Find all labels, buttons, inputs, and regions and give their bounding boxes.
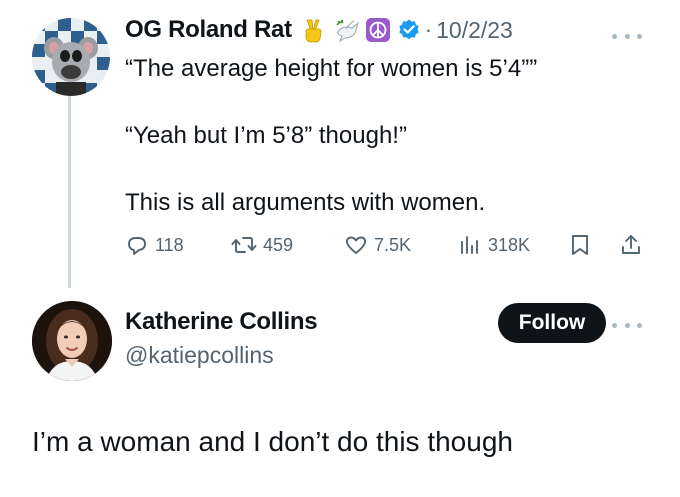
display-name[interactable]: OG Roland Rat [125,16,292,44]
thread-line [68,96,71,288]
views-button[interactable]: 318K [458,229,530,261]
like-button[interactable]: 7.5K [344,229,411,261]
share-button[interactable] [619,229,643,261]
views-count: 318K [488,234,531,255]
like-count: 7.5K [374,234,412,255]
repost-icon [231,237,257,253]
avatar[interactable] [32,301,112,381]
reply-icon [128,237,146,255]
bookmark-button[interactable] [569,229,591,261]
separator: · [424,17,433,42]
avatar-image [32,301,112,381]
bookmark-icon [572,235,588,255]
tweet-text-line: “The average height for women is 5’4”” [125,55,538,82]
verified-badge-icon[interactable] [397,18,421,42]
reply-count: 118 [155,234,184,255]
avatar-image [32,18,110,96]
follow-button[interactable]: Follow [498,303,606,343]
repost-button[interactable]: 459 [231,229,293,261]
tweet-header: OG Roland Rat · 10/2/23 [125,13,513,47]
share-icon [622,235,640,254]
more-options-icon[interactable] [612,28,642,44]
repost-count: 459 [263,234,294,255]
display-name[interactable]: Katherine Collins [125,308,318,336]
reply-button[interactable]: 118 [125,229,184,261]
user-handle[interactable]: @katiepcollins [125,342,274,369]
dove-icon [334,17,360,43]
views-chart-icon [461,236,478,254]
heart-icon [346,236,366,254]
victory-hand-icon [300,17,326,43]
tweet-date[interactable]: 10/2/23 [436,17,513,44]
tweet-text: I’m a woman and I don’t do this though [32,426,513,457]
action-bar: 118 459 7.5K 318K [125,229,655,261]
more-options-icon[interactable] [612,317,642,333]
tweet-text-line: This is all arguments with women. [125,189,486,216]
peace-symbol-icon [365,18,390,42]
avatar[interactable] [32,18,110,96]
tweet-text-line: “Yeah but I’m 5’8” though!” [125,122,407,149]
